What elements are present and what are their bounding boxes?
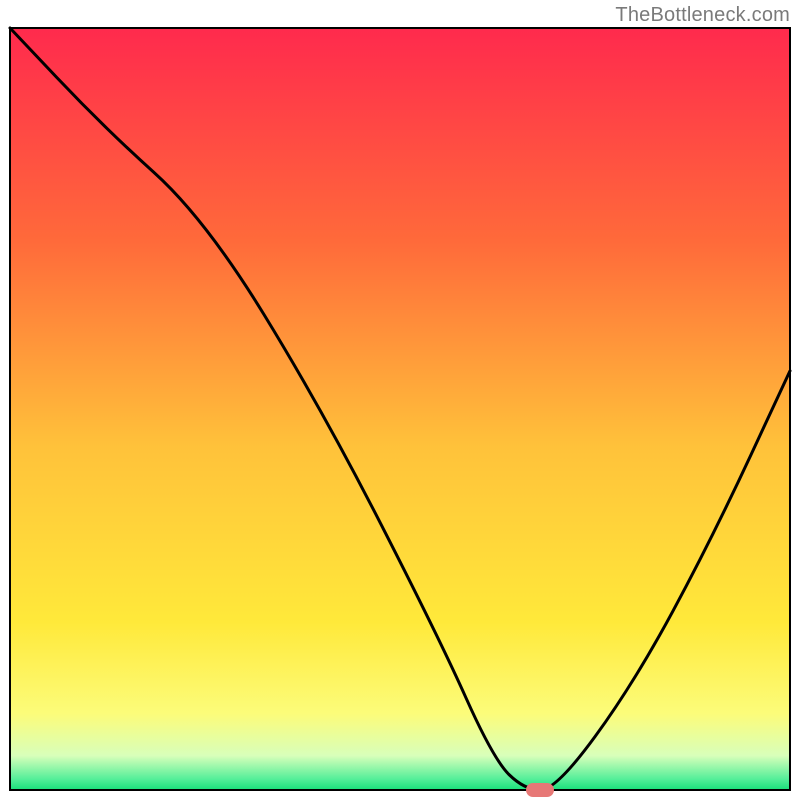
optimal-point-marker — [526, 783, 554, 797]
bottleneck-chart — [0, 0, 800, 800]
chart-canvas: TheBottleneck.com — [0, 0, 800, 800]
watermark-text: TheBottleneck.com — [615, 4, 790, 27]
